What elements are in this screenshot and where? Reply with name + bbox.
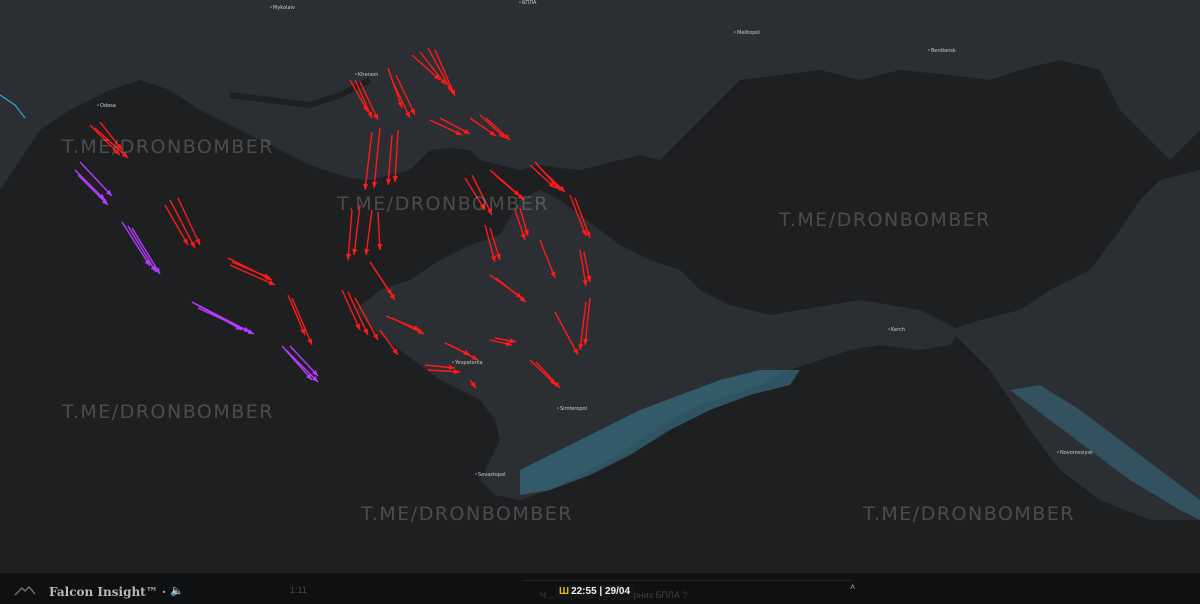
city-dot [734, 31, 736, 33]
trident-icon: Ш [559, 586, 570, 597]
city-label-simferopol: Simferopol [560, 406, 587, 412]
chevron-up-icon[interactable]: ˄ [850, 582, 855, 592]
clock-badge: Ш 22:55 | 29/04 [555, 585, 635, 599]
city-label-kherson: Kherson [358, 72, 378, 78]
falcon-logo-icon [14, 585, 36, 596]
city-label-berdiansk: Berdiansk [931, 48, 956, 54]
city-dot [270, 6, 272, 8]
map-view[interactable]: Mykolaiv Odesa Kherson Melitopol Berdiansk Ye… [0, 0, 1200, 572]
city-label-novorossiysk: Novorossiysk [1060, 450, 1093, 456]
city-label-top-partial: БПЛА [522, 0, 537, 6]
city-label-yevpatoriia: Yevpatoriia [454, 360, 483, 366]
city-dot [475, 473, 477, 475]
clock-time: 22:55 | 29/04 [571, 586, 631, 597]
city-dot [452, 361, 454, 363]
map-canvas: Mykolaiv Odesa Kherson Melitopol Berdiansk Ye… [0, 0, 1200, 572]
city-label-melitopol: Melitopol [737, 30, 760, 36]
city-label-kerch: Kerch [891, 327, 905, 333]
city-dot [928, 49, 930, 51]
city-dot [97, 104, 99, 106]
player-time: 1:11 [290, 585, 307, 595]
city-dot [519, 1, 521, 3]
speaker-icon[interactable]: 🔈 [170, 584, 184, 597]
city-label-sevastopol: Sevastopol [478, 472, 506, 478]
player-title: Falcon Insight™ · [49, 585, 167, 599]
city-dot [888, 328, 890, 330]
city-dot [557, 407, 559, 409]
city-dot [355, 73, 357, 75]
city-label-odesa: Odesa [100, 103, 116, 109]
bottom-bar: Falcon Insight™ · 🔈 1:11 Ч... напрямки р… [0, 572, 1200, 604]
city-dot [1057, 451, 1059, 453]
azov-sea [690, 80, 1130, 310]
city-label-mykolaiv: Mykolaiv [273, 5, 295, 11]
